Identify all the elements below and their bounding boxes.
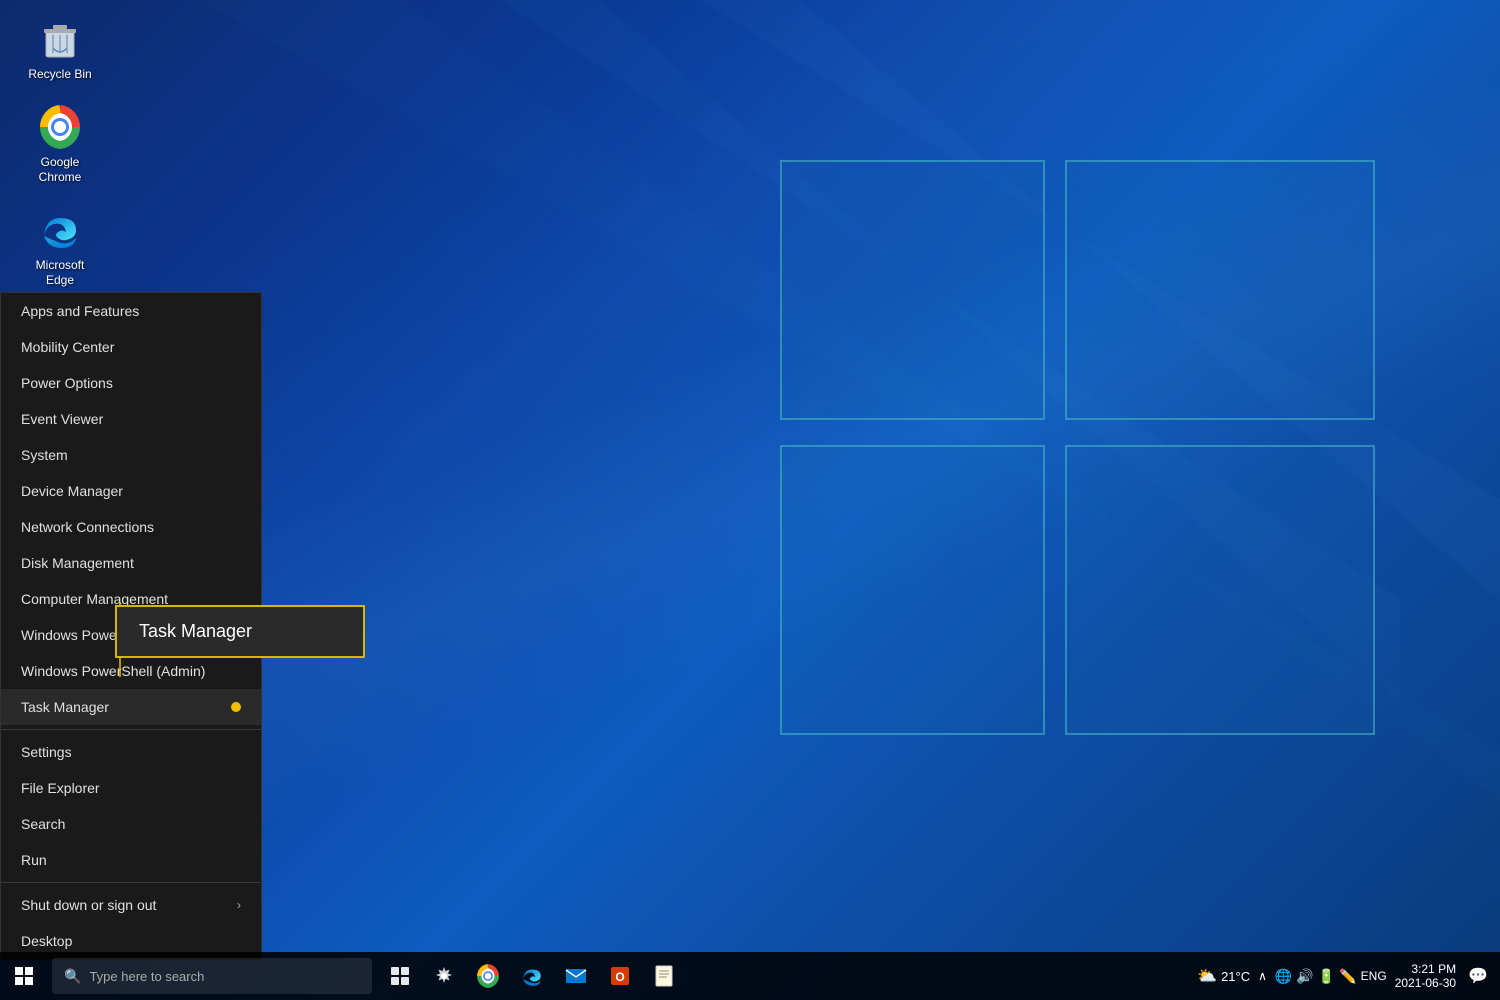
shut-down-arrow-icon: ›: [237, 898, 241, 912]
taskview-icon: [390, 966, 410, 986]
recycle-bin-icon: [36, 15, 84, 63]
menu-item-file-explorer[interactable]: File Explorer: [1, 770, 261, 806]
menu-item-run[interactable]: Run: [1, 842, 261, 878]
desktop-icon-google-chrome[interactable]: Google Chrome: [20, 98, 100, 191]
network-icon[interactable]: 🌐: [1275, 968, 1292, 985]
clock-time: 3:21 PM: [1411, 962, 1456, 976]
menu-item-mobility-center[interactable]: Mobility Center: [1, 329, 261, 365]
notepad-taskbar-icon: [653, 965, 675, 987]
menu-item-event-viewer[interactable]: Event Viewer: [1, 401, 261, 437]
microsoft-edge-label: Microsoft Edge: [25, 258, 95, 289]
desktop: Recycle Bin Google Chrome: [0, 0, 1500, 1000]
win-logo-panes: [780, 80, 1400, 760]
menu-item-network-connections[interactable]: Network Connections: [1, 509, 261, 545]
menu-item-settings[interactable]: Settings: [1, 734, 261, 770]
desktop-icon-microsoft-edge[interactable]: Microsoft Edge: [20, 201, 100, 294]
taskbar-search-placeholder: Type here to search: [89, 969, 204, 984]
chrome-taskbar-button[interactable]: [466, 954, 510, 998]
system-clock[interactable]: 3:21 PM 2021-06-30: [1391, 962, 1460, 990]
recycle-bin-label: Recycle Bin: [28, 67, 91, 83]
menu-item-disk-management[interactable]: Disk Management: [1, 545, 261, 581]
microsoft-edge-icon: [36, 206, 84, 254]
chrome-taskbar-icon: [476, 964, 500, 988]
edge-taskbar-icon: [520, 964, 544, 988]
start-button[interactable]: [0, 952, 48, 1000]
win-pane-bottom-left: [780, 445, 1045, 735]
win-pane-top-right: [1065, 160, 1375, 420]
edge-svg: [38, 208, 82, 252]
menu-item-shut-down[interactable]: Shut down or sign out ›: [1, 887, 261, 923]
notifications-button[interactable]: 💬: [1464, 966, 1492, 986]
weather-temp: 21°C: [1221, 969, 1250, 984]
svg-text:O: O: [615, 970, 624, 984]
show-hidden-icons-button[interactable]: ∧: [1254, 967, 1271, 985]
mail-taskbar-button[interactable]: [554, 954, 598, 998]
language-indicator[interactable]: ENG: [1361, 969, 1387, 983]
chrome-svg: [38, 105, 82, 149]
start-icon: [15, 967, 33, 985]
battery-icon: 🔋: [1318, 968, 1335, 985]
clock-date: 2021-06-30: [1395, 976, 1456, 990]
win-pane-bottom-right: [1065, 445, 1375, 735]
separator-2: [1, 882, 261, 883]
menu-item-device-manager[interactable]: Device Manager: [1, 473, 261, 509]
taskbar-search[interactable]: 🔍 Type here to search: [52, 958, 372, 994]
task-manager-tooltip: Task Manager: [115, 605, 365, 658]
settings-taskbar-button[interactable]: [422, 954, 466, 998]
menu-item-apps-features[interactable]: Apps and Features: [1, 293, 261, 329]
taskview-button[interactable]: [378, 954, 422, 998]
menu-item-power-options[interactable]: Power Options: [1, 365, 261, 401]
separator-1: [1, 729, 261, 730]
desktop-icons: Recycle Bin Google Chrome: [20, 10, 100, 294]
weather-icon: ⛅: [1197, 966, 1217, 986]
menu-item-search[interactable]: Search: [1, 806, 261, 842]
menu-item-windows-powershell-admin[interactable]: Windows PowerShell (Admin): [1, 653, 261, 689]
task-manager-dot: [231, 702, 241, 712]
volume-icon[interactable]: 🔊: [1296, 968, 1313, 985]
office-taskbar-icon: O: [609, 965, 631, 987]
menu-item-system[interactable]: System: [1, 437, 261, 473]
google-chrome-label: Google Chrome: [25, 155, 95, 186]
win-pane-top-left: [780, 160, 1045, 420]
notepad-taskbar-button[interactable]: [642, 954, 686, 998]
taskbar-search-icon: 🔍: [64, 968, 81, 985]
mail-taskbar-icon: [565, 965, 587, 987]
edit-icon: ✏️: [1339, 968, 1356, 985]
google-chrome-icon: [36, 103, 84, 151]
taskbar: 🔍 Type here to search: [0, 952, 1500, 1000]
edge-taskbar-button[interactable]: [510, 954, 554, 998]
office-taskbar-button[interactable]: O: [598, 954, 642, 998]
desktop-icon-recycle-bin[interactable]: Recycle Bin: [20, 10, 100, 88]
settings-taskbar-icon: [434, 966, 454, 986]
recycle-bin-svg: [38, 17, 82, 61]
menu-item-task-manager[interactable]: Task Manager: [1, 689, 261, 725]
system-tray: ⛅ 21°C ∧ 🌐 🔊 🔋 ✏️ ENG 3:21 PM 2021-06-30…: [1197, 962, 1500, 990]
